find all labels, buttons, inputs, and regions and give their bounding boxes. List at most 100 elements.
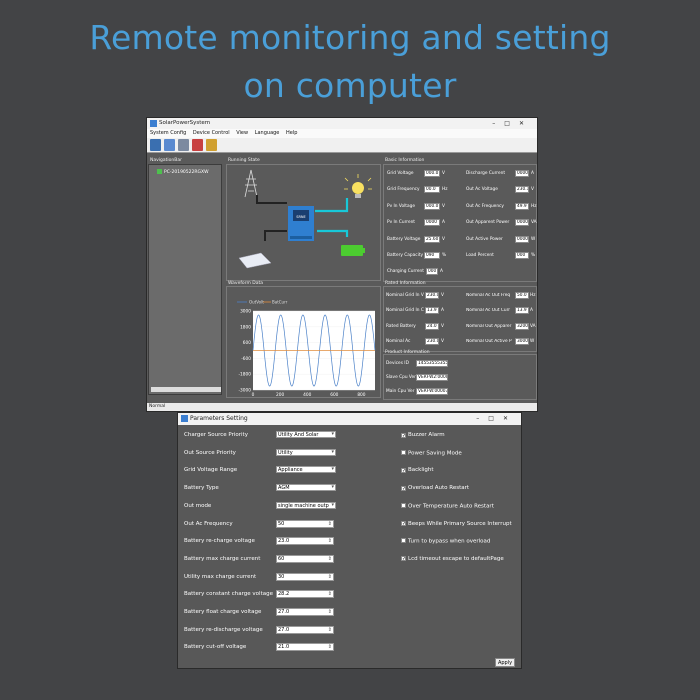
param-spinbox[interactable]: 28.2 — [276, 590, 334, 599]
checkbox-icon[interactable]: ✓ — [401, 556, 406, 562]
menu-system-config[interactable]: System Config — [150, 130, 186, 136]
param-spinbox[interactable]: 21.0 — [276, 643, 334, 652]
param-checkbox[interactable]: Power Saving Mode — [401, 449, 462, 456]
param-select[interactable]: Utility And Solar — [276, 431, 336, 438]
rated-field-value: 230.0 — [425, 337, 439, 345]
params-window-controls[interactable]: –□✕ — [476, 413, 517, 425]
menu-language[interactable]: Language — [255, 130, 280, 136]
basic-field-value: 000 — [515, 252, 529, 259]
param-label: Battery Type — [184, 485, 219, 492]
basic-field-label: Out Active Power — [466, 236, 503, 242]
y-tick-label: -1800 — [239, 372, 252, 378]
param-spinbox[interactable]: 50 — [276, 519, 334, 528]
checkbox-icon[interactable]: ✓ — [401, 521, 406, 527]
basic-field-value: 25.60 — [424, 235, 440, 243]
rated-info-panel: Nominal Grid In V 230.0 V Nominal Grid In C… — [383, 286, 537, 352]
checkbox-icon[interactable] — [401, 538, 406, 544]
param-spinbox[interactable]: 27.0 — [276, 608, 334, 616]
menu-device-control[interactable]: Device Control — [193, 130, 230, 136]
basic-field-unit: % — [531, 253, 536, 258]
rated-field-value: 13.9 — [515, 307, 529, 315]
parameters-setting-window: Parameters Setting –□✕ Apply Charger Sou… — [177, 412, 522, 669]
y-tick-label: 600 — [243, 340, 251, 346]
param-spinbox[interactable]: 30 — [276, 572, 334, 581]
toolbar-config-icon[interactable] — [164, 139, 175, 151]
power-flow-diagram: SRNE — [238, 169, 372, 269]
waveform-chart: 3000 1800 600 -600 -1800 -30000 200 400 600 800 Ou… — [237, 300, 376, 398]
toolbar — [147, 138, 537, 153]
param-select[interactable]: Utility — [276, 448, 336, 456]
param-spinbox[interactable]: 60 — [276, 554, 334, 563]
window-title: SolarPowerSystem — [159, 120, 211, 126]
nav-horizontal-scrollbar[interactable] — [151, 387, 221, 392]
menu-view[interactable]: View — [236, 130, 248, 136]
running-state-label: Running State — [228, 158, 260, 163]
params-app-icon — [181, 415, 188, 422]
x-tick-label: 400 — [303, 392, 311, 398]
app-icon — [150, 120, 157, 127]
product-field-label: Main Cpu Ver — [386, 389, 415, 394]
param-label: Battery cut-off voltage — [184, 644, 247, 651]
nav-label: NavigationBar — [150, 158, 182, 163]
basic-field-label: Charging Current — [387, 269, 424, 275]
rated-field-label: Nominal Grid In C — [386, 308, 424, 314]
checkbox-icon[interactable]: ✓ — [401, 432, 406, 438]
basic-field-value: 230.1 — [515, 186, 529, 194]
params-window-title: Parameters Setting — [190, 415, 248, 422]
y-tick-label: -3000 — [239, 388, 252, 394]
basic-field-unit: V — [442, 171, 445, 176]
param-checkbox[interactable]: ✓ Backlight — [401, 467, 434, 473]
rated-field-value: 50.0 — [515, 292, 529, 299]
param-select[interactable]: Appliance — [276, 466, 336, 474]
param-checkbox[interactable]: ✓ Overload Auto Restart — [401, 485, 469, 491]
menu-help[interactable]: Help — [286, 130, 297, 136]
rated-field-unit: W — [530, 338, 535, 344]
checkbox-icon[interactable] — [401, 502, 406, 508]
toolbar-record-icon[interactable] — [192, 139, 203, 151]
y-tick-label: 3000 — [240, 309, 251, 315]
param-spinbox[interactable]: 27.0 — [276, 625, 334, 634]
basic-field-label: Pv In Current — [387, 220, 415, 226]
param-checkbox-label: Over Temperature Auto Restart — [408, 503, 494, 510]
param-checkbox[interactable]: Over Temperature Auto Restart — [401, 502, 494, 510]
param-checkbox-label: Turn to bypass when overload — [408, 538, 491, 545]
checkbox-icon[interactable]: ✓ — [401, 467, 406, 473]
checkbox-icon[interactable]: ✓ — [401, 485, 406, 491]
nav-device-item[interactable]: PC-20190522RGXW — [157, 169, 209, 175]
apply-button[interactable]: Apply — [495, 658, 515, 667]
basic-info-label: Basic Information — [385, 158, 425, 163]
param-label: Charger Source Priority — [184, 432, 248, 438]
basic-field-value: 0000 — [515, 170, 529, 177]
x-tick-label: 200 — [276, 392, 284, 398]
param-checkbox[interactable]: ✓ Beeps While Primary Source Interrupt — [401, 521, 512, 527]
inverter-icon: SRNE — [288, 206, 314, 241]
basic-field-unit: A — [442, 220, 445, 226]
basic-field-unit: % — [442, 253, 447, 258]
param-checkbox-label: Lcd timeout escape to defaultPage — [408, 555, 504, 562]
param-checkbox[interactable]: ✓ Lcd timeout escape to defaultPage — [401, 556, 504, 562]
product-field-value: VERFW2:0000 — [416, 374, 448, 381]
checkbox-icon[interactable] — [401, 449, 406, 455]
param-spinbox[interactable]: 23.0 — [276, 537, 334, 546]
basic-field-label: Load Percent — [466, 253, 494, 258]
param-label: Battery re-discharge voltage — [184, 626, 263, 633]
rated-field-unit: V — [441, 293, 444, 298]
param-label: Battery max charge current — [184, 555, 261, 562]
toolbar-data-icon[interactable] — [178, 139, 189, 151]
rated-field-unit: A — [441, 308, 444, 314]
window-controls[interactable]: –□✕ — [492, 118, 533, 129]
param-label: Out mode — [184, 502, 212, 509]
toolbar-monitor-icon[interactable] — [150, 139, 161, 151]
param-checkbox[interactable]: ✓ Buzzer Alarm — [401, 432, 445, 438]
x-tick-label: 600 — [330, 392, 338, 398]
pylon-icon — [244, 169, 258, 198]
toolbar-users-icon[interactable] — [206, 139, 217, 151]
basic-field-label: Battery Voltage — [387, 236, 421, 242]
param-select[interactable]: AGM — [276, 484, 336, 492]
basic-field-label: Grid Frequency — [387, 187, 420, 193]
param-checkbox[interactable]: Turn to bypass when overload — [401, 538, 490, 545]
param-select[interactable]: single machine outp — [276, 501, 336, 509]
rated-field-unit: V — [441, 338, 444, 344]
basic-field-unit: W — [531, 236, 536, 242]
inverter-logo: SRNE — [296, 215, 305, 219]
